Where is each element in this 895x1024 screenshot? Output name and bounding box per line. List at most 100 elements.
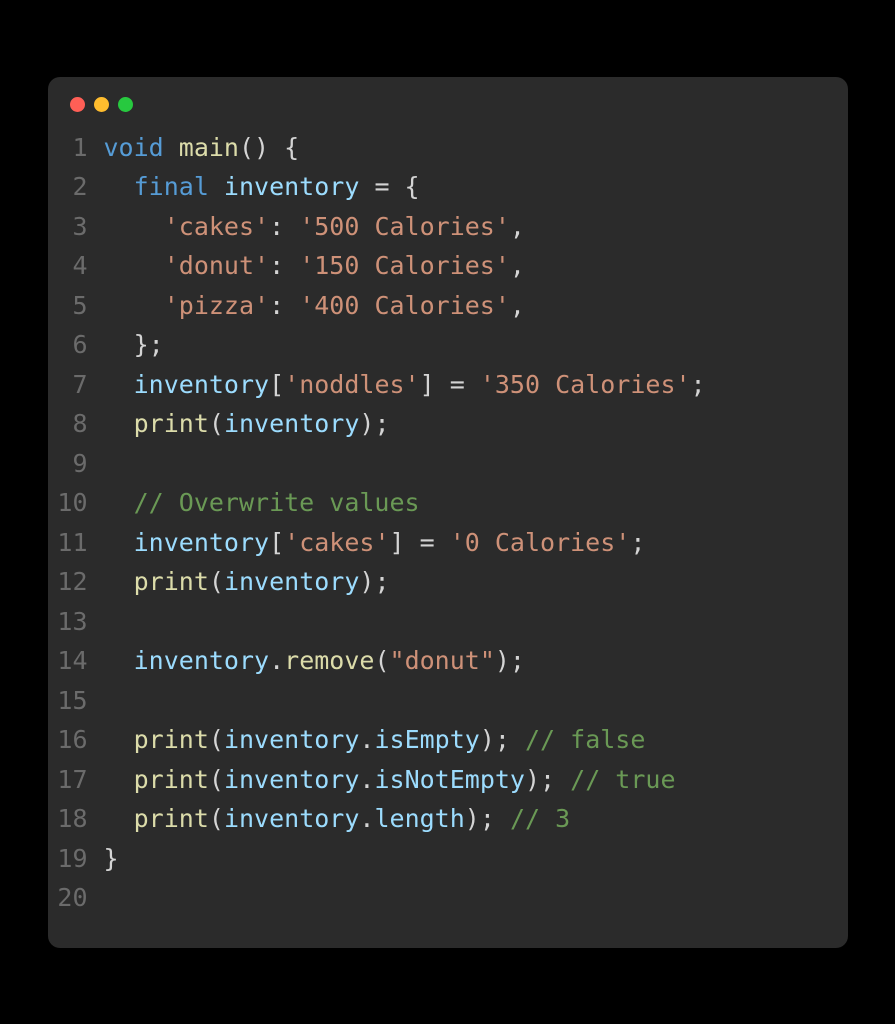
- token-punct: .: [269, 646, 284, 675]
- token-punct: );: [525, 765, 570, 794]
- token-str: '500 Calories': [299, 212, 510, 241]
- code-line: 6 };: [48, 325, 848, 365]
- token-str: 'cakes': [164, 212, 269, 241]
- token-punct: (: [209, 765, 224, 794]
- line-number: 15: [48, 681, 104, 721]
- token-punct: [104, 488, 134, 517]
- token-punct: :: [269, 291, 299, 320]
- token-punct: [104, 291, 164, 320]
- line-number: 4: [48, 246, 104, 286]
- token-ident: inventory: [224, 567, 359, 596]
- code-line: 10 // Overwrite values: [48, 483, 848, 523]
- minimize-icon[interactable]: [94, 97, 109, 112]
- token-ident: inventory: [224, 765, 359, 794]
- token-punct: (: [209, 725, 224, 754]
- token-ident: inventory: [224, 725, 359, 754]
- line-number: 5: [48, 286, 104, 326]
- token-punct: ,: [510, 251, 525, 280]
- line-number: 14: [48, 641, 104, 681]
- token-punct: );: [359, 567, 389, 596]
- code-content: print(inventory);: [104, 562, 390, 602]
- token-punct: = {: [359, 172, 419, 201]
- code-content: inventory.remove("donut");: [104, 641, 525, 681]
- token-punct: (: [374, 646, 389, 675]
- code-line: 1void main() {: [48, 128, 848, 168]
- code-content: print(inventory);: [104, 404, 390, 444]
- token-punct: .: [359, 725, 374, 754]
- token-punct: );: [495, 646, 525, 675]
- code-content: void main() {: [104, 128, 300, 168]
- line-number: 9: [48, 444, 104, 484]
- token-punct: [: [269, 370, 284, 399]
- code-line: 16 print(inventory.isEmpty); // false: [48, 720, 848, 760]
- token-punct: [104, 172, 134, 201]
- code-line: 4 'donut': '150 Calories',: [48, 246, 848, 286]
- code-line: 9: [48, 444, 848, 484]
- token-punct: );: [480, 725, 525, 754]
- line-number: 10: [48, 483, 104, 523]
- token-str: '350 Calories': [480, 370, 691, 399]
- code-content: 'donut': '150 Calories',: [104, 246, 525, 286]
- code-line: 11 inventory['cakes'] = '0 Calories';: [48, 523, 848, 563]
- token-kw-type: void: [104, 133, 179, 162]
- line-number: 16: [48, 720, 104, 760]
- token-punct: ] =: [420, 370, 480, 399]
- token-prop: length: [374, 804, 464, 833]
- line-number: 2: [48, 167, 104, 207]
- token-fn-call: print: [134, 409, 209, 438]
- token-comment: // Overwrite values: [134, 488, 420, 517]
- close-icon[interactable]: [70, 97, 85, 112]
- code-content: [104, 444, 119, 484]
- code-content: 'pizza': '400 Calories',: [104, 286, 525, 326]
- window-titlebar: [48, 77, 848, 122]
- code-content: };: [104, 325, 164, 365]
- line-number: 8: [48, 404, 104, 444]
- token-punct: [104, 765, 134, 794]
- token-punct: ;: [630, 528, 645, 557]
- code-line: 13: [48, 602, 848, 642]
- code-editor[interactable]: 1void main() {2 final inventory = {3 'ca…: [48, 122, 848, 948]
- code-content: inventory['cakes'] = '0 Calories';: [104, 523, 646, 563]
- line-number: 11: [48, 523, 104, 563]
- token-punct: [104, 212, 164, 241]
- code-content: [104, 602, 119, 642]
- line-number: 20: [48, 878, 104, 918]
- line-number: 18: [48, 799, 104, 839]
- code-content: // Overwrite values: [104, 483, 420, 523]
- code-content: final inventory = {: [104, 167, 420, 207]
- code-line: 8 print(inventory);: [48, 404, 848, 444]
- token-punct: [: [269, 528, 284, 557]
- code-line: 15: [48, 681, 848, 721]
- token-punct: [104, 370, 134, 399]
- code-line: 17 print(inventory.isNotEmpty); // true: [48, 760, 848, 800]
- code-content: print(inventory.length); // 3: [104, 799, 571, 839]
- code-line: 5 'pizza': '400 Calories',: [48, 286, 848, 326]
- token-prop: isEmpty: [374, 725, 479, 754]
- code-line: 20: [48, 878, 848, 918]
- maximize-icon[interactable]: [118, 97, 133, 112]
- token-punct: .: [359, 765, 374, 794]
- code-content: [104, 878, 119, 918]
- token-str: "donut": [390, 646, 495, 675]
- token-punct: :: [269, 251, 299, 280]
- token-str: '150 Calories': [299, 251, 510, 280]
- token-ident: inventory: [134, 646, 269, 675]
- token-ident: inventory: [224, 409, 359, 438]
- token-punct: (: [209, 567, 224, 596]
- token-punct: (: [209, 409, 224, 438]
- token-fn-name: main: [179, 133, 239, 162]
- line-number: 6: [48, 325, 104, 365]
- code-content: print(inventory.isEmpty); // false: [104, 720, 646, 760]
- token-comment: // false: [525, 725, 645, 754]
- token-str: 'cakes': [284, 528, 389, 557]
- code-line: 18 print(inventory.length); // 3: [48, 799, 848, 839]
- token-prop: isNotEmpty: [374, 765, 525, 794]
- token-str: '0 Calories': [450, 528, 631, 557]
- token-fn-call: print: [134, 725, 209, 754]
- code-content: inventory['noddles'] = '350 Calories';: [104, 365, 706, 405]
- token-punct: :: [269, 212, 299, 241]
- code-line: 7 inventory['noddles'] = '350 Calories';: [48, 365, 848, 405]
- token-punct: );: [359, 409, 389, 438]
- token-punct: [104, 567, 134, 596]
- token-ident: inventory: [224, 172, 359, 201]
